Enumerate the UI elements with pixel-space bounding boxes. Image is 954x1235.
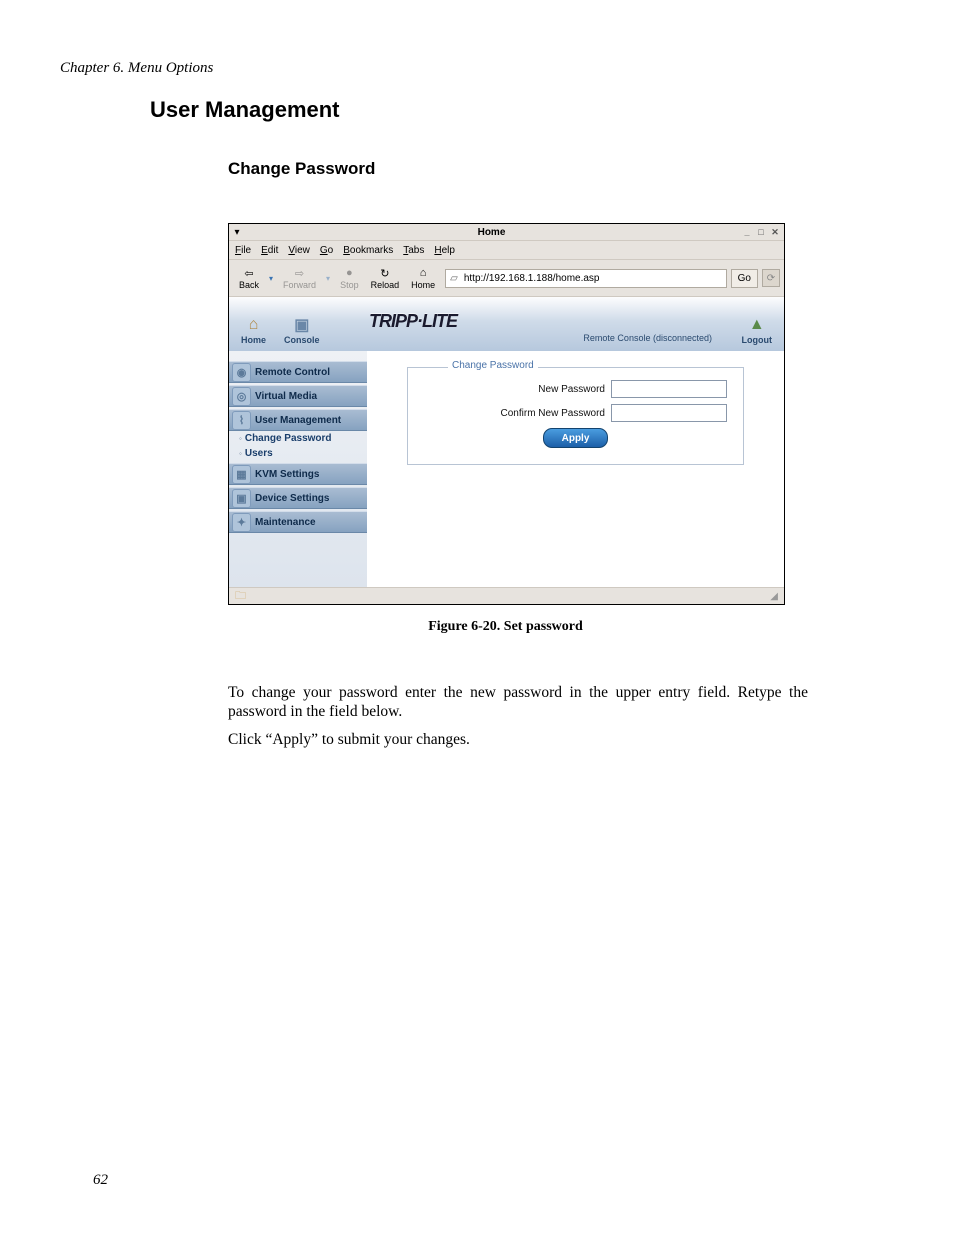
apply-button[interactable]: Apply xyxy=(543,428,609,448)
browser-toolbar: ⇦ Back ▾ ⇨ Forward ▾ ● Stop ↻ Reload ⌂ H… xyxy=(229,259,784,296)
heading-user-management: User Management xyxy=(150,97,894,123)
sidebar-sub-label: Users xyxy=(245,448,273,459)
forward-button[interactable]: ⇨ Forward xyxy=(277,266,322,290)
exit-icon: ▲ xyxy=(746,315,768,335)
chip-icon: ▣ xyxy=(232,489,251,508)
disc-icon: ◎ xyxy=(232,387,251,406)
page-icon: ▱ xyxy=(450,273,458,284)
logout-label: Logout xyxy=(742,335,773,345)
menu-help[interactable]: Help xyxy=(434,245,455,256)
maximize-button[interactable]: □ xyxy=(755,226,767,238)
sidebar-sub-label: Change Password xyxy=(245,433,332,444)
sidebar: ◉ Remote Control ◎ Virtual Media ⌇ User … xyxy=(229,351,367,587)
resize-grip-icon[interactable]: ◢ xyxy=(770,591,778,602)
address-bar[interactable]: ▱ xyxy=(445,269,727,288)
menu-file[interactable]: File xyxy=(235,245,251,256)
menu-tabs[interactable]: Tabs xyxy=(403,245,424,256)
browser-window: ▾ Home _ □ ✕ File Edit View Go Bookmarks… xyxy=(228,223,785,605)
fieldset-legend: Change Password xyxy=(448,360,538,371)
app-home-label: Home xyxy=(241,335,266,345)
window-title: Home xyxy=(242,227,741,238)
system-menu-icon[interactable]: ▾ xyxy=(232,227,242,237)
new-password-label: New Password xyxy=(538,384,605,395)
browser-titlebar: ▾ Home _ □ ✕ xyxy=(229,224,784,240)
body-paragraph-2: Click “Apply” to submit your changes. xyxy=(228,730,808,749)
browser-menubar: File Edit View Go Bookmarks Tabs Help xyxy=(229,240,784,259)
forward-label: Forward xyxy=(283,280,316,290)
home-label: Home xyxy=(411,280,435,290)
home-icon: ⌂ xyxy=(415,266,431,280)
sidebar-item-label: User Management xyxy=(255,415,341,426)
back-label: Back xyxy=(239,280,259,290)
menu-go[interactable]: Go xyxy=(320,245,333,256)
sidebar-item-device-settings[interactable]: ▣ Device Settings xyxy=(229,487,367,509)
arrow-right-icon: ⇨ xyxy=(292,266,308,280)
house-icon: ⌂ xyxy=(243,315,265,335)
menu-edit[interactable]: Edit xyxy=(261,245,278,256)
menu-view[interactable]: View xyxy=(288,245,310,256)
forward-history-dropdown[interactable]: ▾ xyxy=(322,274,334,283)
app-home-button[interactable]: ⌂ Home xyxy=(241,315,266,345)
sidebar-sub-change-password[interactable]: ◦Change Password xyxy=(239,433,367,444)
stop-label: Stop xyxy=(340,280,359,290)
throbber-icon: ⟳ xyxy=(762,269,780,287)
wrench-icon: ✦ xyxy=(232,513,251,532)
back-history-dropdown[interactable]: ▾ xyxy=(265,274,277,283)
app-header: ⌂ Home ▣ Console TRIPP·LITE Remote Conso… xyxy=(229,297,784,351)
app-console-label: Console xyxy=(284,335,320,345)
app-main: Change Password New Password Confirm New… xyxy=(367,351,784,587)
form-row-new-password: New Password xyxy=(424,380,727,398)
arrow-left-icon: ⇦ xyxy=(241,266,257,280)
close-button[interactable]: ✕ xyxy=(769,226,781,238)
sidebar-sub-users[interactable]: ◦Users xyxy=(239,448,367,459)
logout-button[interactable]: ▲ Logout xyxy=(742,315,773,345)
sidebar-item-virtual-media[interactable]: ◎ Virtual Media xyxy=(229,385,367,407)
go-button[interactable]: Go xyxy=(731,269,758,288)
app-body: ◉ Remote Control ◎ Virtual Media ⌇ User … xyxy=(229,351,784,587)
switch-icon: ▦ xyxy=(232,465,251,484)
confirm-password-input[interactable] xyxy=(611,404,727,422)
gear-icon: ◉ xyxy=(232,363,251,382)
body-paragraph-1: To change your password enter the new pa… xyxy=(228,683,808,722)
figure-caption: Figure 6-20. Set password xyxy=(228,619,783,635)
remote-console-status: Remote Console (disconnected) xyxy=(583,333,712,343)
heading-change-password: Change Password xyxy=(228,159,894,179)
sidebar-item-label: Virtual Media xyxy=(255,391,317,402)
form-row-confirm-password: Confirm New Password xyxy=(424,404,727,422)
new-password-input[interactable] xyxy=(611,380,727,398)
menu-bookmarks[interactable]: Bookmarks xyxy=(343,245,393,256)
brand-logo: TRIPP·LITE xyxy=(369,311,457,332)
figure-screenshot: ▾ Home _ □ ✕ File Edit View Go Bookmarks… xyxy=(228,223,788,635)
stop-button[interactable]: ● Stop xyxy=(334,266,365,290)
minimize-button[interactable]: _ xyxy=(741,226,753,238)
folder-icon: 🗀 xyxy=(235,587,246,606)
browser-viewport: ⌂ Home ▣ Console TRIPP·LITE Remote Conso… xyxy=(229,296,784,587)
chapter-header: Chapter 6. Menu Options xyxy=(60,60,894,77)
sidebar-item-label: Remote Control xyxy=(255,367,330,378)
home-button[interactable]: ⌂ Home xyxy=(405,266,441,290)
stop-icon: ● xyxy=(341,266,357,280)
sidebar-item-kvm-settings[interactable]: ▦ KVM Settings xyxy=(229,463,367,485)
sidebar-item-maintenance[interactable]: ✦ Maintenance xyxy=(229,511,367,533)
confirm-password-label: Confirm New Password xyxy=(501,408,605,419)
change-password-fieldset: Change Password New Password Confirm New… xyxy=(407,367,744,465)
bullet-icon: ◦ xyxy=(239,434,242,443)
sidebar-item-label: Device Settings xyxy=(255,493,329,504)
app-console-button[interactable]: ▣ Console xyxy=(284,315,320,345)
reload-label: Reload xyxy=(371,280,400,290)
reload-icon: ↻ xyxy=(377,266,393,280)
bullet-icon: ◦ xyxy=(239,449,242,458)
address-input[interactable] xyxy=(462,272,722,285)
users-icon: ⌇ xyxy=(232,411,251,430)
browser-statusbar: 🗀 ◢ xyxy=(229,587,784,604)
back-button[interactable]: ⇦ Back xyxy=(233,266,265,290)
reload-button[interactable]: ↻ Reload xyxy=(365,266,406,290)
sidebar-item-label: KVM Settings xyxy=(255,469,319,480)
sidebar-item-label: Maintenance xyxy=(255,517,316,528)
sidebar-item-user-management[interactable]: ⌇ User Management xyxy=(229,409,367,431)
sidebar-item-remote-control[interactable]: ◉ Remote Control xyxy=(229,361,367,383)
monitor-icon: ▣ xyxy=(291,315,313,335)
page-number: 62 xyxy=(93,1172,108,1189)
